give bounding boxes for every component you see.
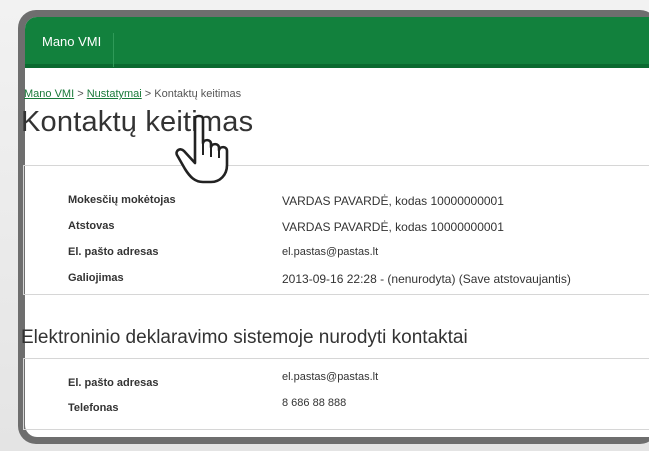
info-value: 2013-09-16 22:28 - (nenurodyta) (Save at… — [282, 272, 571, 286]
contacts-section-title: Elektroninio deklaravimo sistemoje nurod… — [21, 327, 468, 348]
breadcrumb-separator: > — [144, 88, 152, 100]
top-navigation-bar: Mano VMI — [25, 17, 649, 68]
info-value: el.pastas@pastas.lt — [282, 246, 379, 258]
info-label: Galiojimas — [68, 272, 124, 284]
breadcrumb-link-home[interactable]: Mano VMI — [24, 88, 74, 100]
breadcrumb: Mano VMI > Nustatymai > Kontaktų keitima… — [24, 88, 241, 100]
contact-label: El. pašto adresas — [68, 377, 159, 389]
breadcrumb-current: Kontaktų keitimas — [154, 88, 242, 100]
info-value: VARDAS PAVARDĖ, kodas 10000000001 — [282, 194, 504, 208]
contact-value: el.pastas@pastas.lt — [282, 371, 379, 383]
hand-pointer-icon — [175, 114, 229, 184]
breadcrumb-link-settings[interactable]: Nustatymai — [87, 88, 142, 100]
contact-value: 8 686 88 888 — [282, 397, 347, 409]
contacts-panel — [23, 358, 649, 430]
info-label: Atstovas — [68, 220, 115, 232]
info-label: El. pašto adresas — [68, 246, 159, 258]
contact-label: Telefonas — [68, 402, 119, 414]
info-value: VARDAS PAVARDĖ, kodas 10000000001 — [282, 220, 504, 234]
brand-link[interactable]: Mano VMI — [42, 33, 115, 67]
breadcrumb-separator: > — [77, 88, 84, 100]
info-label: Mokesčių mokėtojas — [68, 194, 176, 206]
